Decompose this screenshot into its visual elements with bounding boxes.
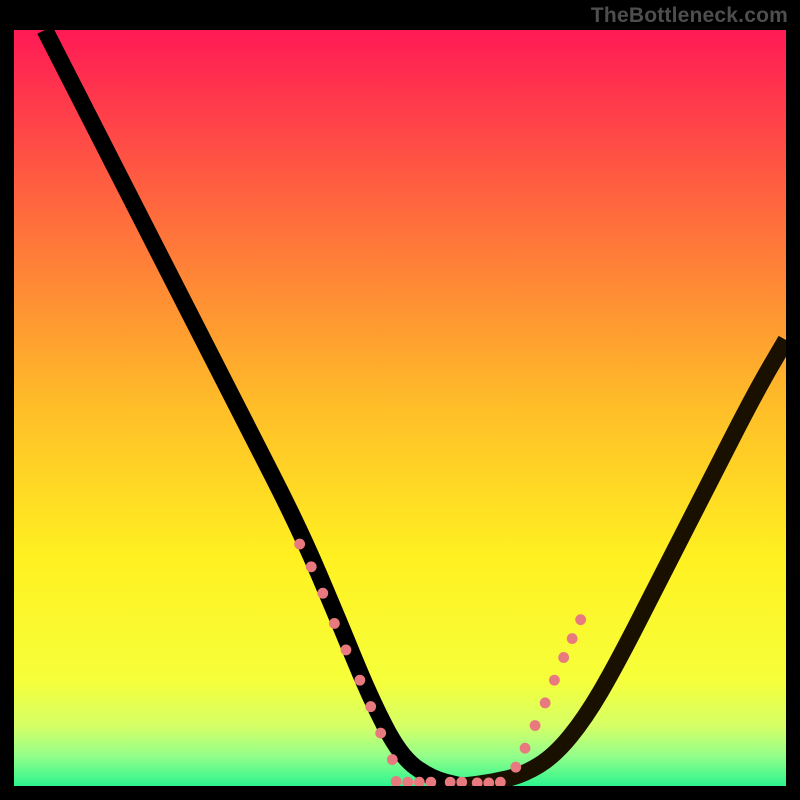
plot-svg bbox=[14, 30, 786, 786]
highlight-dot bbox=[317, 588, 328, 599]
highlight-dot bbox=[341, 644, 352, 655]
highlight-dot bbox=[294, 539, 305, 550]
highlight-dot bbox=[510, 762, 521, 773]
highlight-dot bbox=[354, 675, 365, 686]
highlight-dot bbox=[530, 720, 541, 731]
highlight-dot bbox=[558, 652, 569, 663]
highlight-dot bbox=[549, 675, 560, 686]
plot-area bbox=[14, 30, 786, 786]
highlight-dot bbox=[387, 754, 398, 765]
highlight-dot bbox=[575, 614, 586, 625]
highlight-dot bbox=[375, 728, 386, 739]
highlight-dot bbox=[365, 701, 376, 712]
highlight-dot bbox=[567, 633, 578, 644]
highlight-dot bbox=[540, 697, 551, 708]
highlight-dot bbox=[329, 618, 340, 629]
highlight-dot bbox=[520, 743, 531, 754]
gradient-background bbox=[14, 30, 786, 786]
watermark-text: TheBottleneck.com bbox=[591, 4, 788, 28]
chart-stage: TheBottleneck.com bbox=[0, 0, 800, 800]
highlight-dot bbox=[306, 561, 317, 572]
